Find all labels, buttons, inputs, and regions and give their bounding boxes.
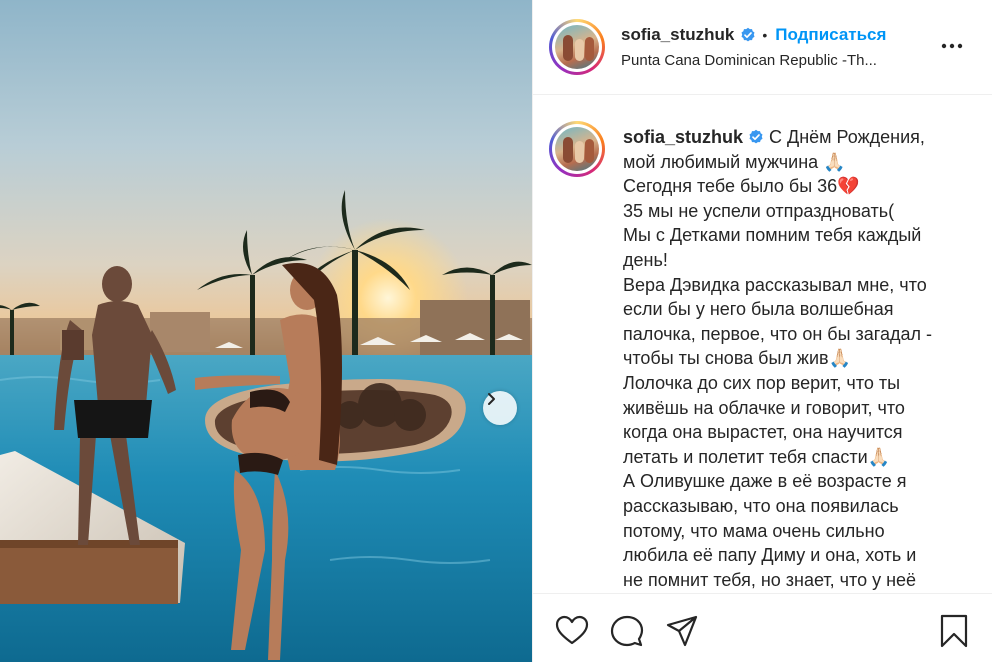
caption-line: когда она вырастет, она научится [623, 422, 903, 443]
photo-illustration [0, 190, 532, 662]
caption-line: палочка, первое, что он бы загадал - [623, 323, 932, 344]
caption-username[interactable]: sofia_stuzhuk [623, 127, 743, 147]
caption-line: если бы у него была волшебная [623, 299, 894, 320]
paper-plane-icon[interactable] [665, 614, 699, 648]
caption-line: Вера Дэвидка рассказывал мне, что [623, 274, 927, 295]
bookmark-icon[interactable] [937, 614, 971, 648]
caption-line: день! [623, 249, 668, 270]
post-location[interactable]: Punta Cana Dominican Republic -Th... [621, 52, 877, 69]
post-actions-bar [533, 593, 992, 662]
heart-icon[interactable] [555, 614, 589, 648]
comment-icon[interactable] [610, 614, 644, 648]
caption-line: любила её папу Диму и она, хоть и [623, 545, 917, 566]
caption-avatar[interactable] [549, 121, 605, 177]
caption-line: летать и полетит тебя спасти🙏🏻 [623, 446, 891, 467]
caption-area: sofia_stuzhuk С Днём Рождения, мой любим… [533, 96, 992, 593]
caption-line: мой любимый мужчина 🙏🏻 [623, 151, 846, 172]
profile-avatar[interactable] [549, 19, 605, 75]
verified-badge-icon [749, 129, 763, 144]
caption-text: sofia_stuzhuk С Днём Рождения, мой любим… [623, 125, 973, 592]
post-header: sofia_stuzhuk • Подписаться Punta Cana D… [533, 0, 992, 95]
caption-line: Мы с Детками помним тебя каждый [623, 225, 922, 246]
header-username[interactable]: sofia_stuzhuk [621, 25, 734, 45]
post-photo[interactable] [0, 0, 532, 662]
chevron-right-icon [488, 393, 495, 405]
caption-greeting: С Днём Рождения, [764, 127, 925, 147]
separator-dot: • [762, 27, 768, 43]
caption-first-line: sofia_stuzhuk С Днём Рождения, [623, 125, 973, 150]
carousel-next-button[interactable] [483, 391, 517, 425]
caption-line: А Оливушке даже в её возрасте я [623, 471, 907, 492]
caption-line: чтобы ты снова был жив🙏🏻 [623, 348, 852, 369]
more-options-icon[interactable] [939, 36, 965, 56]
follow-button[interactable]: Подписаться [775, 25, 886, 45]
verified-badge-icon [741, 27, 755, 42]
post-side-panel: sofia_stuzhuk • Подписаться Punta Cana D… [532, 0, 992, 662]
caption-line: Лолочка до сих пор верит, что ты [623, 372, 901, 393]
caption-line: Сегодня тебе было бы 36💔 [623, 176, 860, 197]
caption-line: потому, что мама очень сильно [623, 520, 885, 541]
caption-line: живёшь на облачке и говорит, что [623, 397, 905, 418]
caption-line: 35 мы не успели отпраздновать( [623, 200, 895, 221]
caption-line: не помнит тебя, но знает, что у неё [623, 569, 917, 590]
caption-line: рассказываю, что она появилась [623, 495, 899, 516]
